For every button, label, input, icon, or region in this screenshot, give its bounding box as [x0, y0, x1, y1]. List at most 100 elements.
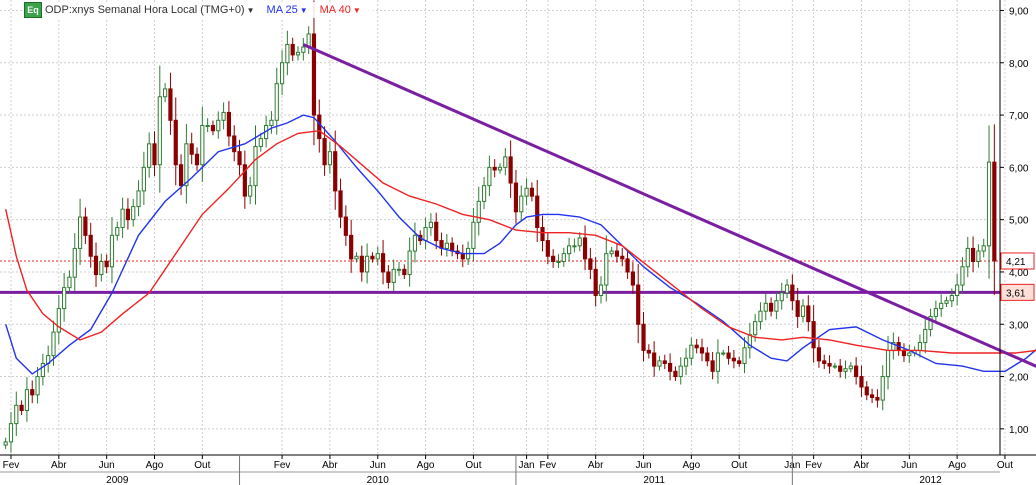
candle-up [391, 268, 396, 283]
candle-down [540, 227, 545, 242]
month-label: Jun [370, 460, 386, 471]
price-level-label: 3,61 [1006, 288, 1026, 299]
candle-up [598, 284, 604, 296]
candle-down [582, 237, 588, 260]
candle-up [944, 300, 949, 304]
candle-down [694, 344, 699, 349]
candle-up [960, 266, 965, 286]
candle-up [880, 376, 885, 401]
candle-up [933, 308, 938, 317]
candle-down [970, 247, 976, 262]
candle-down [173, 119, 178, 166]
candle-up [481, 185, 487, 202]
candle-up [147, 143, 152, 168]
symbol-selector[interactable]: ODP:xnys Semanal Hora Local (TMG+0) ▼ [45, 4, 255, 16]
price-tick-label: 6,00 [1009, 163, 1029, 174]
candle-down [625, 258, 630, 273]
candle-up [497, 166, 503, 171]
candle-down [854, 365, 859, 378]
month-label: Out [465, 460, 481, 471]
candle-up [444, 242, 449, 249]
equity-badge: Eq [24, 2, 42, 18]
candle-up [295, 51, 301, 56]
candle-up [986, 161, 992, 247]
candle-up [567, 245, 572, 255]
candle-down [901, 349, 907, 357]
price-level-label: 4,21 [1006, 257, 1026, 268]
candle-up [301, 46, 306, 53]
candle-down [333, 151, 338, 192]
candle-up [609, 250, 614, 255]
candle-down [322, 138, 327, 166]
month-label: Jun [99, 460, 115, 471]
candle-up [131, 206, 136, 221]
ma25-indicator-menu[interactable]: MA 25 ▼ [267, 4, 308, 16]
candle-up [965, 247, 970, 268]
ma40-indicator-menu[interactable]: MA 40 ▼ [320, 4, 361, 16]
price-tick-label: 9,00 [1009, 6, 1029, 17]
candle-up [253, 145, 258, 187]
candle-down [811, 321, 816, 349]
candle-down [614, 250, 620, 257]
candle-down [19, 404, 24, 412]
triangle-down-icon: ▼ [246, 5, 255, 15]
candle-up [269, 119, 274, 127]
month-label: Out [731, 460, 747, 471]
candle-down [194, 153, 200, 166]
candle-up [77, 216, 83, 249]
candle-down [816, 347, 822, 362]
year-label: 2010 [367, 475, 390, 485]
candle-up [519, 195, 524, 213]
candle-up [577, 237, 582, 247]
candle-down [768, 302, 774, 312]
candle-down [535, 195, 540, 229]
candle-up [200, 125, 205, 166]
candle-down [662, 360, 667, 364]
candle-up [774, 300, 779, 312]
candle-up [917, 342, 923, 351]
candle-down [168, 88, 173, 121]
candle-up [981, 245, 986, 252]
candle-down [859, 376, 864, 388]
candle-down [827, 362, 832, 367]
candle-down [311, 33, 317, 116]
month-label: Abr [588, 460, 604, 471]
candle-up [848, 365, 853, 370]
year-label: 2011 [643, 475, 665, 485]
candle-up [141, 166, 146, 192]
candle-up [184, 143, 189, 187]
price-tick-label: 8,00 [1009, 59, 1029, 70]
month-label: Abr [51, 460, 67, 471]
candle-down [152, 143, 157, 166]
ma25-label: MA 25 [266, 4, 298, 16]
candle-up [779, 292, 784, 302]
candle-down [492, 166, 497, 171]
month-label: Abr [322, 460, 338, 471]
candle-up [407, 250, 412, 276]
candle-up [35, 376, 40, 396]
month-label: Jun [901, 460, 917, 471]
price-chart[interactable]: 1,00 2,00 3,00 4,00 5,00 6,00 7,00 8,00 9,00 4,21… [0, 0, 1036, 485]
candle-down [652, 352, 657, 367]
candle-up [832, 365, 837, 368]
triangle-down-icon: ▼ [299, 5, 308, 15]
candle-up [758, 310, 763, 323]
candle-down [875, 396, 880, 401]
candle-up [56, 308, 61, 333]
candle-up [503, 156, 508, 168]
candle-up [721, 352, 726, 355]
candle-down [551, 255, 556, 262]
candle-down [673, 370, 678, 378]
candle-down [588, 258, 593, 270]
candle-down [705, 352, 710, 362]
price-tick-label: 5,00 [1009, 216, 1029, 227]
candle-down [646, 349, 651, 354]
candle-down [529, 187, 534, 197]
candle-down [290, 43, 295, 56]
candle-down [359, 255, 364, 273]
candle-down [402, 268, 407, 276]
symbol-label: ODP:xnys Semanal Hora Local (TMG+0) [45, 4, 245, 16]
candle-down [593, 268, 598, 296]
candle-down [317, 114, 322, 140]
candle-down [30, 389, 35, 396]
